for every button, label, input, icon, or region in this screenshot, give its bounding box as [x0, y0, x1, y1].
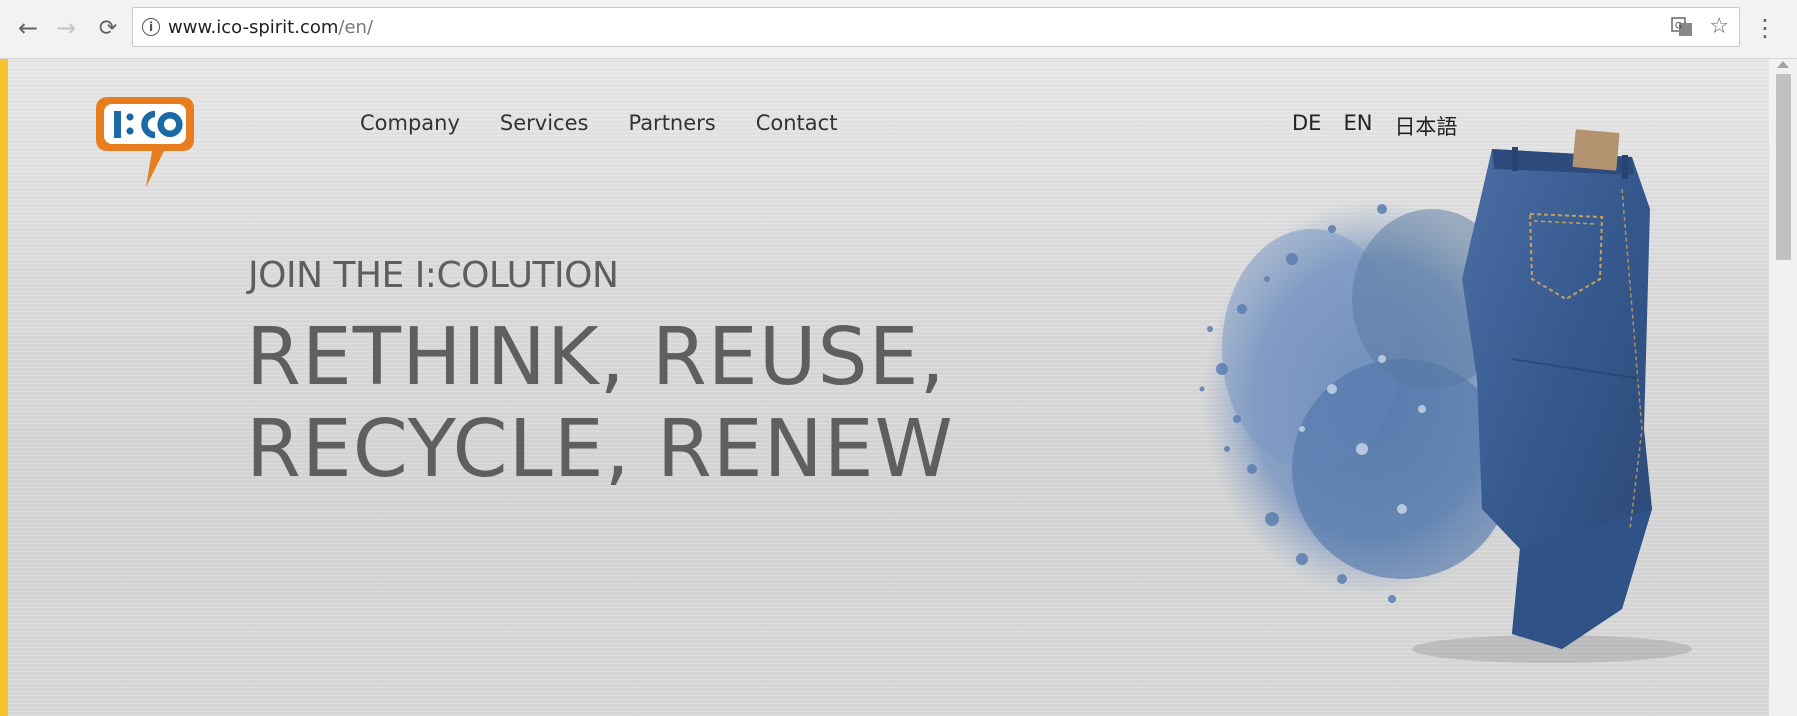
address-bar[interactable]: i www.ico-spirit.com/en/ G ☆ [132, 7, 1740, 47]
nav-item-contact[interactable]: Contact [756, 111, 838, 135]
hero-eyebrow: JOIN THE I:COLUTION [248, 255, 619, 296]
ico-logo[interactable] [94, 93, 198, 191]
headline-line-2: RECYCLE, RENEW [246, 403, 954, 495]
nav-item-services[interactable]: Services [500, 111, 589, 135]
forward-arrow-icon[interactable]: → [52, 14, 80, 42]
nav-item-company[interactable]: Company [360, 111, 460, 135]
vertical-scrollbar[interactable] [1769, 59, 1797, 716]
back-arrow-icon[interactable]: ← [14, 14, 42, 42]
nav-item-partners[interactable]: Partners [628, 111, 715, 135]
url-path: /en/ [338, 16, 374, 38]
scroll-up-arrow-icon[interactable] [1777, 61, 1789, 68]
svg-text:G: G [1675, 21, 1682, 31]
reload-icon[interactable]: ⟳ [94, 14, 122, 42]
info-icon[interactable]: i [142, 18, 160, 36]
scroll-thumb[interactable] [1776, 74, 1791, 260]
headline-line-1: RETHINK, REUSE, [246, 311, 946, 403]
translate-icon[interactable]: G [1671, 16, 1693, 38]
browser-toolbar: ← → ⟳ i www.ico-spirit.com/en/ G ☆ ⋮ [0, 0, 1797, 59]
menu-icon[interactable]: ⋮ [1753, 14, 1777, 42]
jeans-dispersion-image [1199, 129, 1692, 663]
url-host: www.ico-spirit.com [168, 16, 339, 38]
address-bar-actions: G ☆ [1671, 14, 1729, 39]
star-icon[interactable]: ☆ [1709, 14, 1729, 39]
page-viewport: Company Services Partners Contact DE EN … [8, 59, 1769, 716]
hero-headline: RETHINK, REUSE, RECYCLE, RENEW [246, 311, 954, 495]
main-navigation: Company Services Partners Contact [360, 111, 837, 135]
url-text[interactable]: www.ico-spirit.com/en/ [168, 17, 373, 38]
